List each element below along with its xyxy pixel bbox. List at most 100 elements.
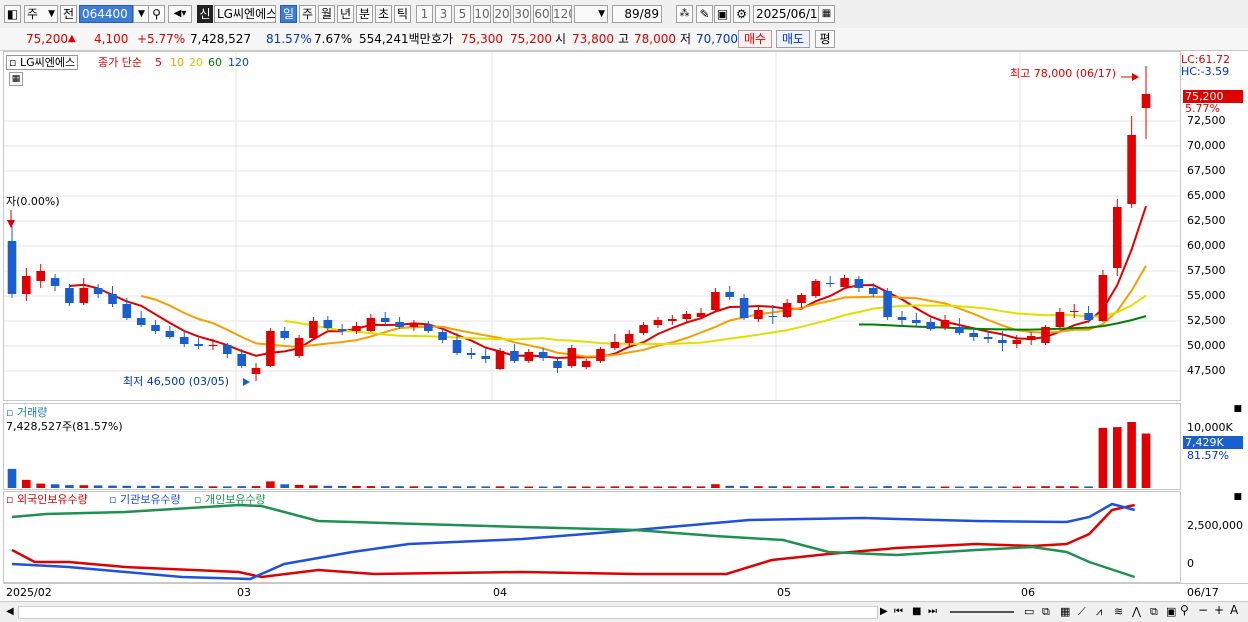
horizontal-scrollbar[interactable] (18, 606, 878, 619)
candle-body (36, 271, 45, 281)
candle-body (337, 329, 347, 331)
trend-tool-icon[interactable]: ⩘ (1096, 605, 1102, 618)
stock-name-field[interactable]: LG씨엔에스 (214, 5, 276, 23)
volume-bar (782, 486, 792, 488)
x-axis: 2025/02 03 04 05 06 06/17 (3, 583, 1248, 602)
legend-institution[interactable]: ▫ 기관보유수량 (109, 493, 181, 506)
custom-interval-dropdown[interactable]: ▼ (574, 5, 608, 23)
tab-tick[interactable]: 틱 (394, 5, 411, 23)
ma-period-120[interactable]: 120 (228, 56, 249, 69)
stock-tag[interactable]: ▫ LG씨엔에스 (6, 55, 79, 70)
candle-body (998, 340, 1007, 343)
interval-20[interactable]: 20 (493, 5, 511, 23)
image-icon[interactable]: ▣ (1166, 605, 1176, 618)
date-field[interactable]: 2025/06/17 (753, 5, 819, 23)
legend-individual[interactable]: ▫ 개인보유수량 (194, 493, 266, 506)
interval-60[interactable]: 60 (533, 5, 551, 23)
prev-button[interactable]: 전 (60, 5, 77, 23)
sell-button[interactable]: 매도 (776, 30, 810, 48)
ma-period-5[interactable]: 5 (155, 56, 162, 69)
volume-bar (969, 486, 978, 488)
chevron-down-icon: ▼ (598, 9, 605, 19)
candle-body (223, 345, 232, 354)
zoom-out-icon[interactable]: − (1198, 604, 1208, 617)
ma-period-60[interactable]: 60 (208, 56, 222, 69)
zoom-icon[interactable]: ⚲ (1180, 604, 1189, 617)
search-icon[interactable]: ⚲ (148, 5, 165, 23)
fast-forward-icon[interactable]: ⏭ (928, 605, 937, 618)
candle-body (266, 331, 275, 366)
compare-icon[interactable]: ⁂ (676, 5, 693, 23)
holdings-panel-close-icon[interactable]: ■ (1233, 491, 1242, 504)
layout-icon[interactable]: ▭ (1024, 605, 1034, 618)
volume-bar (739, 486, 749, 488)
fib-tool-icon[interactable]: ≋ (1114, 605, 1123, 618)
tile-icon[interactable]: ⧉ (1042, 605, 1050, 618)
buy-button[interactable]: 매수 (738, 30, 772, 48)
interval-3[interactable]: 3 (435, 5, 452, 23)
candle-body (409, 324, 419, 327)
draw-tool-icon[interactable]: ✎ (696, 5, 713, 23)
tab-weekly[interactable]: 주 (299, 5, 316, 23)
candle-body (194, 344, 203, 346)
candle-body (380, 318, 390, 322)
period-dropdown[interactable]: 주 ▼ (24, 5, 58, 23)
tab-yearly[interactable]: 년 (337, 5, 354, 23)
calendar-icon[interactable]: ▦ (818, 5, 835, 23)
volume-panel[interactable]: ▫ 거래량 7,428,527주(81.57%) (3, 403, 1181, 490)
stop-icon[interactable]: ■ (912, 605, 921, 618)
evaluate-button[interactable]: 평 (815, 30, 835, 48)
volume-bar (869, 486, 878, 488)
candle-body (983, 337, 993, 339)
interval-120[interactable]: 120 (552, 5, 572, 23)
low-label: 저 (680, 32, 692, 46)
tab-daily[interactable]: 일 (280, 5, 297, 23)
price-chart-panel[interactable]: ▫ LG씨엔에스 종가 단순 5 10 20 60 120 ▦ 자(0.00%)… (3, 51, 1181, 401)
tab-minute[interactable]: 분 (356, 5, 373, 23)
chart-type-icon[interactable]: ▦ (1060, 605, 1070, 618)
ma-period-10[interactable]: 10 (170, 56, 184, 69)
font-size-icon[interactable]: A (1230, 604, 1238, 617)
volume-value: 7,428,527 (190, 32, 252, 46)
candle-body (940, 320, 950, 328)
window-menu-icon[interactable]: ◧ (4, 5, 21, 23)
code-input[interactable]: 064400 (79, 5, 133, 23)
gear-icon[interactable]: ⚙ (733, 5, 750, 23)
holdings-panel[interactable]: ▫ 외국인보유수량 ▫ 기관보유수량 ▫ 개인보유수량 (3, 491, 1181, 583)
copy-icon[interactable]: ⧉ (1150, 605, 1158, 618)
grid-icon[interactable]: ▦ (9, 72, 23, 86)
interval-30[interactable]: 30 (513, 5, 531, 23)
volume-bar (524, 486, 534, 488)
volume-bar (510, 486, 519, 488)
save-icon[interactable]: ▣ (714, 5, 731, 23)
interval-10[interactable]: 10 (473, 5, 491, 23)
tab-second[interactable]: 초 (375, 5, 392, 23)
volume-bar (668, 486, 677, 488)
candle-body (596, 349, 605, 361)
volume-bar (438, 486, 447, 488)
volume-note: 7,428,527주(81.57%) (6, 420, 123, 433)
scroll-left-icon[interactable]: ◀ (6, 605, 14, 618)
pattern-tool-icon[interactable]: ⋀ (1132, 605, 1141, 618)
volume-bar (366, 486, 376, 488)
zoom-slider[interactable] (950, 611, 1014, 613)
candle-body (639, 325, 648, 333)
zoom-in-icon[interactable]: + (1214, 604, 1224, 617)
volume-bar (854, 486, 864, 488)
rewind-icon[interactable]: ⏮ (894, 605, 903, 618)
candle-body (208, 345, 218, 346)
legend-foreign[interactable]: ▫ 외국인보유수량 (6, 493, 88, 506)
volume-bar (998, 486, 1007, 488)
line-tool-icon[interactable]: ⟋ (1078, 605, 1086, 618)
sound-icon[interactable]: ◀▾ (168, 5, 192, 23)
volume-panel-close-icon[interactable]: ■ (1233, 403, 1242, 416)
ma-period-20[interactable]: 20 (189, 56, 203, 69)
candle-body (280, 331, 289, 338)
scroll-right-icon[interactable]: ▶ (880, 605, 888, 618)
tab-monthly[interactable]: 월 (318, 5, 335, 23)
interval-1[interactable]: 1 (416, 5, 433, 23)
interval-5[interactable]: 5 (454, 5, 471, 23)
y-tick-label: 62,500 (1187, 214, 1226, 227)
volume-bar (380, 486, 390, 488)
credit-badge: 신 (197, 5, 213, 23)
